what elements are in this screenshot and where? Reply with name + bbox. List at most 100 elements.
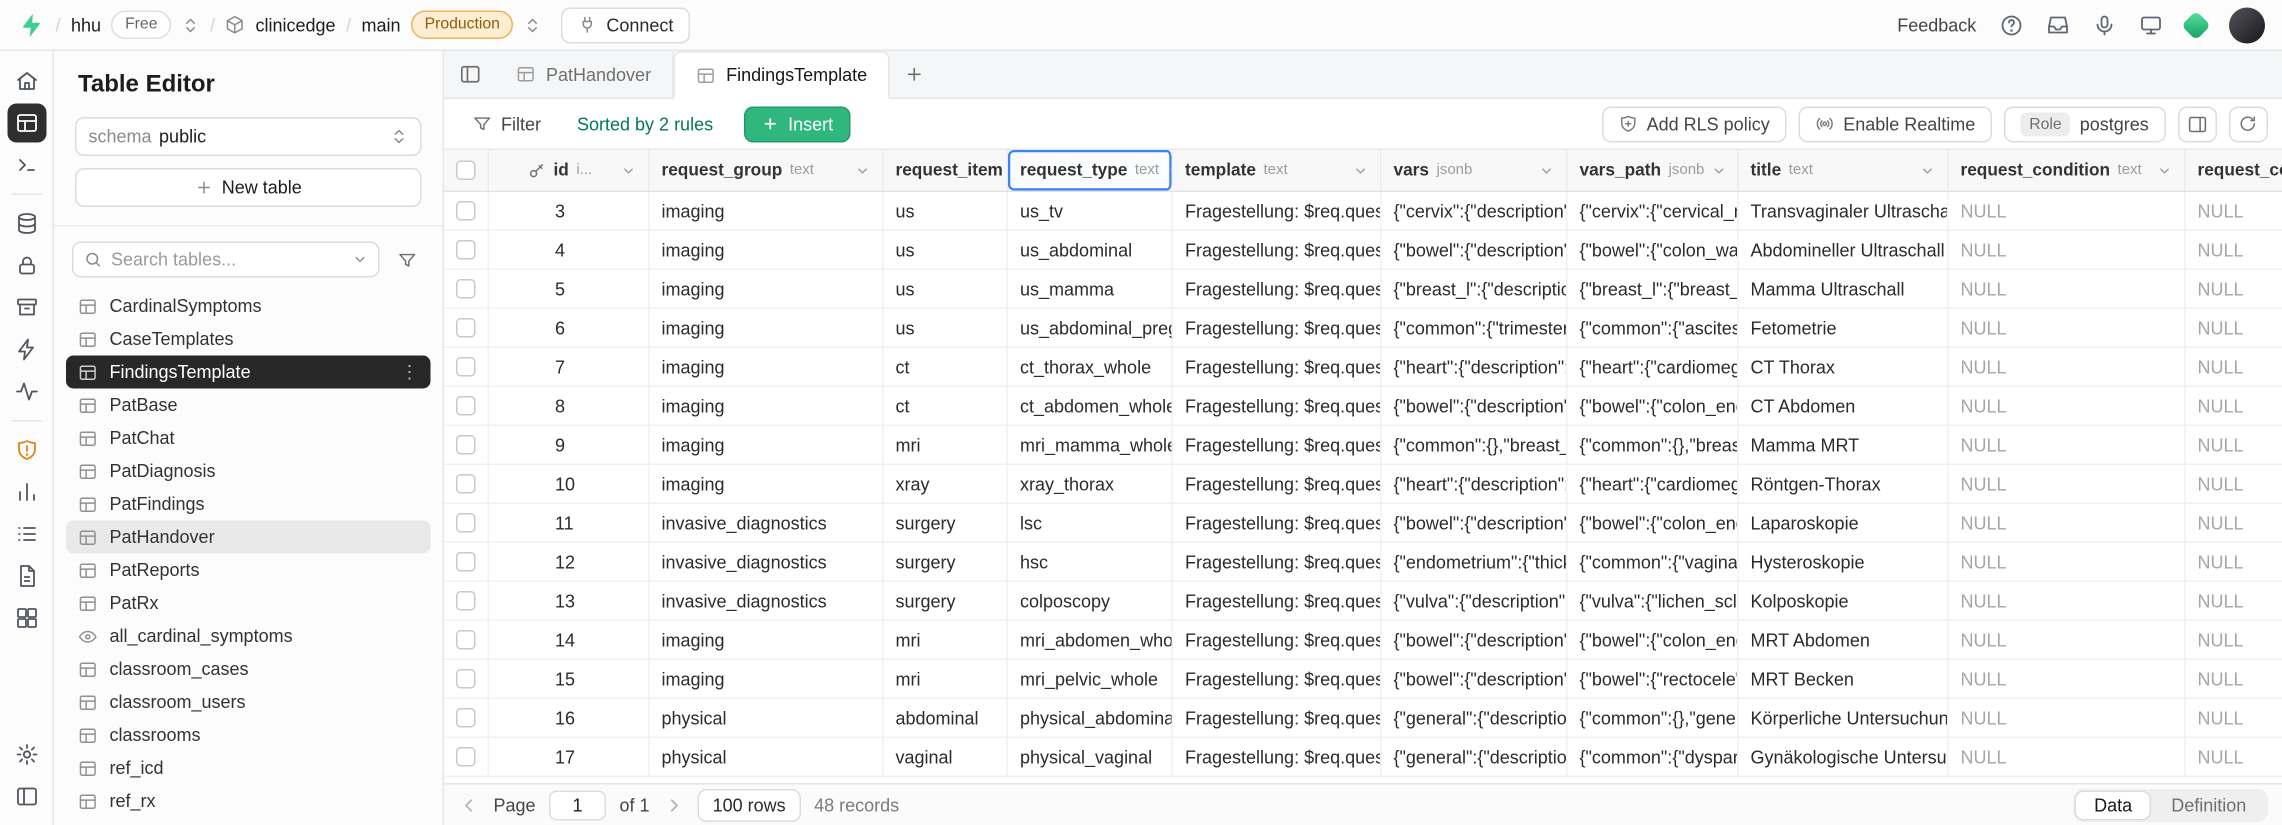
cell-id[interactable]: 12 bbox=[489, 543, 650, 581]
prev-page-icon[interactable] bbox=[459, 794, 480, 815]
cell-template[interactable]: Fragestellung: $req.questi bbox=[1173, 621, 1382, 659]
sort-rules-button[interactable]: Sorted by 2 rules bbox=[564, 106, 727, 142]
cell-request_item[interactable]: us bbox=[884, 192, 1009, 230]
new-tab-button[interactable] bbox=[890, 51, 938, 98]
nav-database-icon[interactable] bbox=[7, 204, 46, 243]
table-options-icon[interactable]: ⋮ bbox=[401, 363, 419, 381]
row-checkbox[interactable] bbox=[456, 630, 476, 650]
cell-title[interactable]: Abdomineller Ultraschall bbox=[1739, 231, 1949, 269]
cell-template[interactable]: Fragestellung: $req.questi bbox=[1173, 192, 1382, 230]
cell-vars[interactable]: {"bowel":{"description":{ bbox=[1382, 231, 1568, 269]
column-menu-icon[interactable] bbox=[1353, 163, 1368, 178]
cell-vars[interactable]: {"endometrium":{"thickn bbox=[1382, 543, 1568, 581]
inbox-icon[interactable] bbox=[2045, 13, 2069, 37]
column-menu-icon[interactable] bbox=[2157, 163, 2172, 178]
rows-per-page-button[interactable]: 100 rows bbox=[698, 788, 801, 821]
sidebar-table-PatBase[interactable]: PatBase bbox=[66, 389, 431, 422]
cell-request_item[interactable]: vaginal bbox=[884, 738, 1009, 776]
cell-request_type[interactable]: xray_thorax bbox=[1008, 465, 1173, 503]
cell-vars_path[interactable]: {"breast_l":{"breast_cyst" bbox=[1568, 270, 1739, 308]
cell-request_item[interactable]: mri bbox=[884, 660, 1009, 698]
cell-request_type[interactable]: us_tv bbox=[1008, 192, 1173, 230]
search-tables-input[interactable] bbox=[111, 249, 344, 270]
cell-template[interactable]: Fragestellung: $req.questi bbox=[1173, 543, 1382, 581]
row-checkbox[interactable] bbox=[456, 435, 476, 455]
nav-edge-functions-icon[interactable] bbox=[7, 330, 46, 369]
user-avatar[interactable] bbox=[2228, 7, 2264, 43]
cell-request_group[interactable]: imaging bbox=[650, 231, 884, 269]
cell-request_condition_order[interactable]: NULL bbox=[2186, 309, 2282, 347]
cell-request_condition[interactable]: NULL bbox=[1949, 348, 2186, 386]
cell-vars[interactable]: {"breast_l":{"description bbox=[1382, 270, 1568, 308]
cell-request_type[interactable]: ct_thorax_whole bbox=[1008, 348, 1173, 386]
cell-template[interactable]: Fragestellung: $req.questi bbox=[1173, 699, 1382, 737]
column-header-template[interactable]: templatetext bbox=[1173, 150, 1382, 191]
sidebar-table-PatFindings[interactable]: PatFindings bbox=[66, 488, 431, 521]
cell-template[interactable]: Fragestellung: $req.questi bbox=[1173, 270, 1382, 308]
assistant-icon[interactable] bbox=[2180, 10, 2210, 40]
cell-request_condition_order[interactable]: NULL bbox=[2186, 192, 2282, 230]
cell-vars_path[interactable]: {"common":{"ascites":"Na bbox=[1568, 309, 1739, 347]
cell-request_condition[interactable]: NULL bbox=[1949, 426, 2186, 464]
cell-title[interactable]: Mamma Ultraschall bbox=[1739, 270, 1949, 308]
cell-request_item[interactable]: xray bbox=[884, 465, 1009, 503]
cell-request_group[interactable]: imaging bbox=[650, 387, 884, 425]
column-header-vars_path[interactable]: vars_pathjsonb bbox=[1568, 150, 1739, 191]
cell-request_type[interactable]: mri_pelvic_whole bbox=[1008, 660, 1173, 698]
cell-title[interactable]: Mamma MRT bbox=[1739, 426, 1949, 464]
add-rls-policy-button[interactable]: Add RLS policy bbox=[1602, 106, 1787, 142]
cell-vars[interactable]: {"common":{"trimester": bbox=[1382, 309, 1568, 347]
cell-id[interactable]: 13 bbox=[489, 582, 650, 620]
cell-request_item[interactable]: mri bbox=[884, 621, 1009, 659]
cell-request_condition[interactable]: NULL bbox=[1949, 387, 2186, 425]
cell-request_type[interactable]: us_mamma bbox=[1008, 270, 1173, 308]
cell-vars_path[interactable]: {"heart":{"cardiomegaly":" bbox=[1568, 348, 1739, 386]
cell-template[interactable]: Fragestellung: $req.questi bbox=[1173, 231, 1382, 269]
cell-template[interactable]: Fragestellung: $req.questi bbox=[1173, 738, 1382, 776]
row-checkbox[interactable] bbox=[456, 474, 476, 494]
cell-request_condition[interactable]: NULL bbox=[1949, 543, 2186, 581]
column-menu-icon[interactable] bbox=[1920, 163, 1935, 178]
cell-request_item[interactable]: us bbox=[884, 309, 1009, 347]
sidebar-table-classroom_cases[interactable]: classroom_cases bbox=[66, 653, 431, 686]
cell-request_item[interactable]: us bbox=[884, 270, 1009, 308]
column-header-id[interactable]: idi... bbox=[489, 150, 650, 191]
cell-request_condition[interactable]: NULL bbox=[1949, 309, 2186, 347]
cell-template[interactable]: Fragestellung: $req.questi bbox=[1173, 309, 1382, 347]
nav-auth-icon[interactable] bbox=[7, 246, 46, 285]
collapse-rail-icon[interactable] bbox=[7, 777, 46, 816]
data-view-tab[interactable]: Data bbox=[2076, 791, 2150, 818]
row-checkbox[interactable] bbox=[456, 513, 476, 533]
cell-vars_path[interactable]: {"bowel":{"colon_wall_thi bbox=[1568, 231, 1739, 269]
cell-request_group[interactable]: imaging bbox=[650, 621, 884, 659]
schema-select[interactable]: schema public bbox=[75, 117, 422, 156]
row-checkbox[interactable] bbox=[456, 669, 476, 689]
cell-request_condition_order[interactable]: NULL bbox=[2186, 426, 2282, 464]
cell-request_condition[interactable]: NULL bbox=[1949, 699, 2186, 737]
feedback-button[interactable]: Feedback bbox=[1897, 14, 1976, 35]
row-checkbox[interactable] bbox=[456, 279, 476, 299]
cell-template[interactable]: Fragestellung: $req.questi bbox=[1173, 465, 1382, 503]
cell-request_group[interactable]: imaging bbox=[650, 270, 884, 308]
sidebar-table-ref_icd[interactable]: ref_icd bbox=[66, 752, 431, 785]
nav-settings-icon[interactable] bbox=[7, 735, 46, 774]
cell-vars[interactable]: {"bowel":{"description":{ bbox=[1382, 387, 1568, 425]
org-breadcrumb[interactable]: hhu bbox=[71, 14, 101, 35]
cell-request_item[interactable]: surgery bbox=[884, 504, 1009, 542]
cell-request_condition_order[interactable]: NULL bbox=[2186, 387, 2282, 425]
column-menu-icon[interactable] bbox=[621, 163, 636, 178]
cell-id[interactable]: 16 bbox=[489, 699, 650, 737]
cell-request_condition[interactable]: NULL bbox=[1949, 270, 2186, 308]
cell-request_condition_order[interactable]: NULL bbox=[2186, 660, 2282, 698]
cell-vars_path[interactable]: {"heart":{"cardiomegaly": bbox=[1568, 465, 1739, 503]
row-checkbox[interactable] bbox=[456, 357, 476, 377]
cell-vars[interactable]: {"general":{"description" bbox=[1382, 738, 1568, 776]
mic-icon[interactable] bbox=[2092, 13, 2116, 37]
cell-request_group[interactable]: invasive_diagnostics bbox=[650, 582, 884, 620]
sidebar-table-ref_rx[interactable]: ref_rx bbox=[66, 785, 431, 818]
cell-request_type[interactable]: us_abdominal_preg bbox=[1008, 309, 1173, 347]
sidebar-table-PatRx[interactable]: PatRx bbox=[66, 587, 431, 620]
filter-button[interactable]: Filter bbox=[459, 106, 555, 142]
cell-request_group[interactable]: invasive_diagnostics bbox=[650, 543, 884, 581]
cell-vars[interactable]: {"bowel":{"description":{ bbox=[1382, 660, 1568, 698]
